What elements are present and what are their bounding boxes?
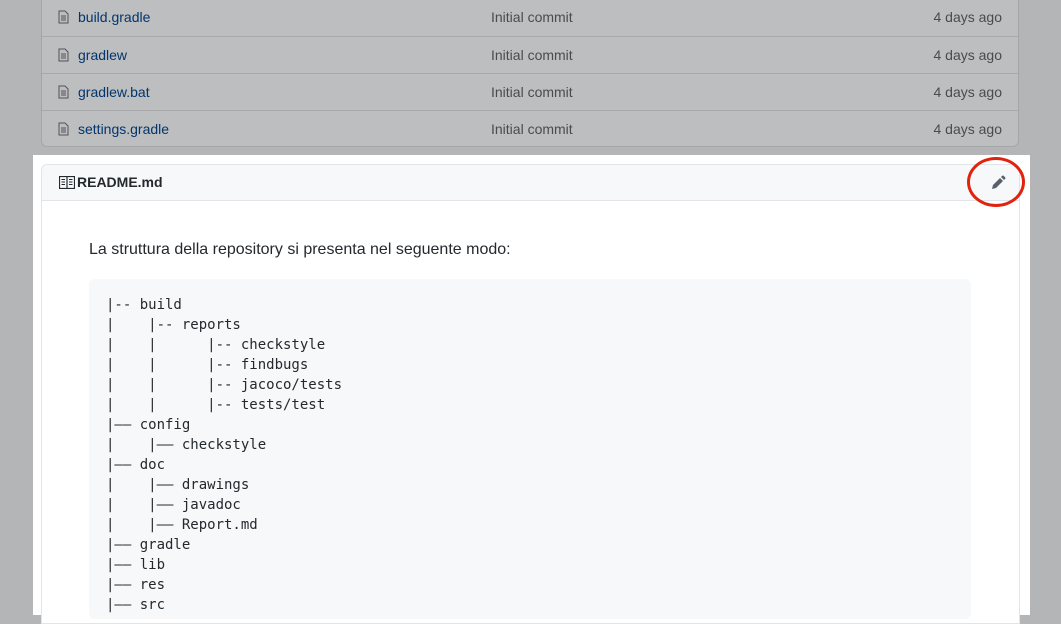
commit-message-link[interactable]: Initial commit [491, 121, 573, 137]
readme-header: README.md [42, 165, 1019, 201]
directory-tree: |-- build | |-- reports | | |-- checksty… [106, 297, 343, 613]
book-icon [59, 176, 75, 189]
readme-title: README.md [77, 174, 163, 190]
file-row[interactable]: build.gradle Initial commit 4 days ago [42, 0, 1018, 36]
commit-age: 4 days ago [933, 84, 1003, 100]
file-icon [58, 85, 69, 99]
file-row[interactable]: gradlew.bat Initial commit 4 days ago [42, 73, 1018, 110]
code-block: |-- build | |-- reports | | |-- checksty… [89, 279, 971, 619]
commit-age: 4 days ago [933, 47, 1003, 63]
file-icon [58, 10, 69, 24]
commit-age: 4 days ago [933, 121, 1003, 137]
file-row[interactable]: gradlew Initial commit 4 days ago [42, 36, 1018, 73]
file-icon [58, 48, 69, 62]
file-name-link[interactable]: gradlew.bat [78, 84, 150, 100]
readme-intro: La struttura della repository si present… [89, 241, 511, 258]
file-row[interactable]: settings.gradle Initial commit 4 days ag… [42, 110, 1018, 147]
file-name-link[interactable]: build.gradle [78, 9, 150, 25]
commit-message-link[interactable]: Initial commit [491, 84, 573, 100]
file-name-link[interactable]: gradlew [78, 47, 127, 63]
commit-age: 4 days ago [933, 9, 1003, 25]
highlight-circle [967, 157, 1025, 207]
commit-message-link[interactable]: Initial commit [491, 9, 573, 25]
file-name-link[interactable]: settings.gradle [78, 121, 169, 137]
file-icon [58, 122, 69, 136]
file-list: build.gradle Initial commit 4 days ago g… [41, 0, 1019, 147]
commit-message-link[interactable]: Initial commit [491, 47, 573, 63]
